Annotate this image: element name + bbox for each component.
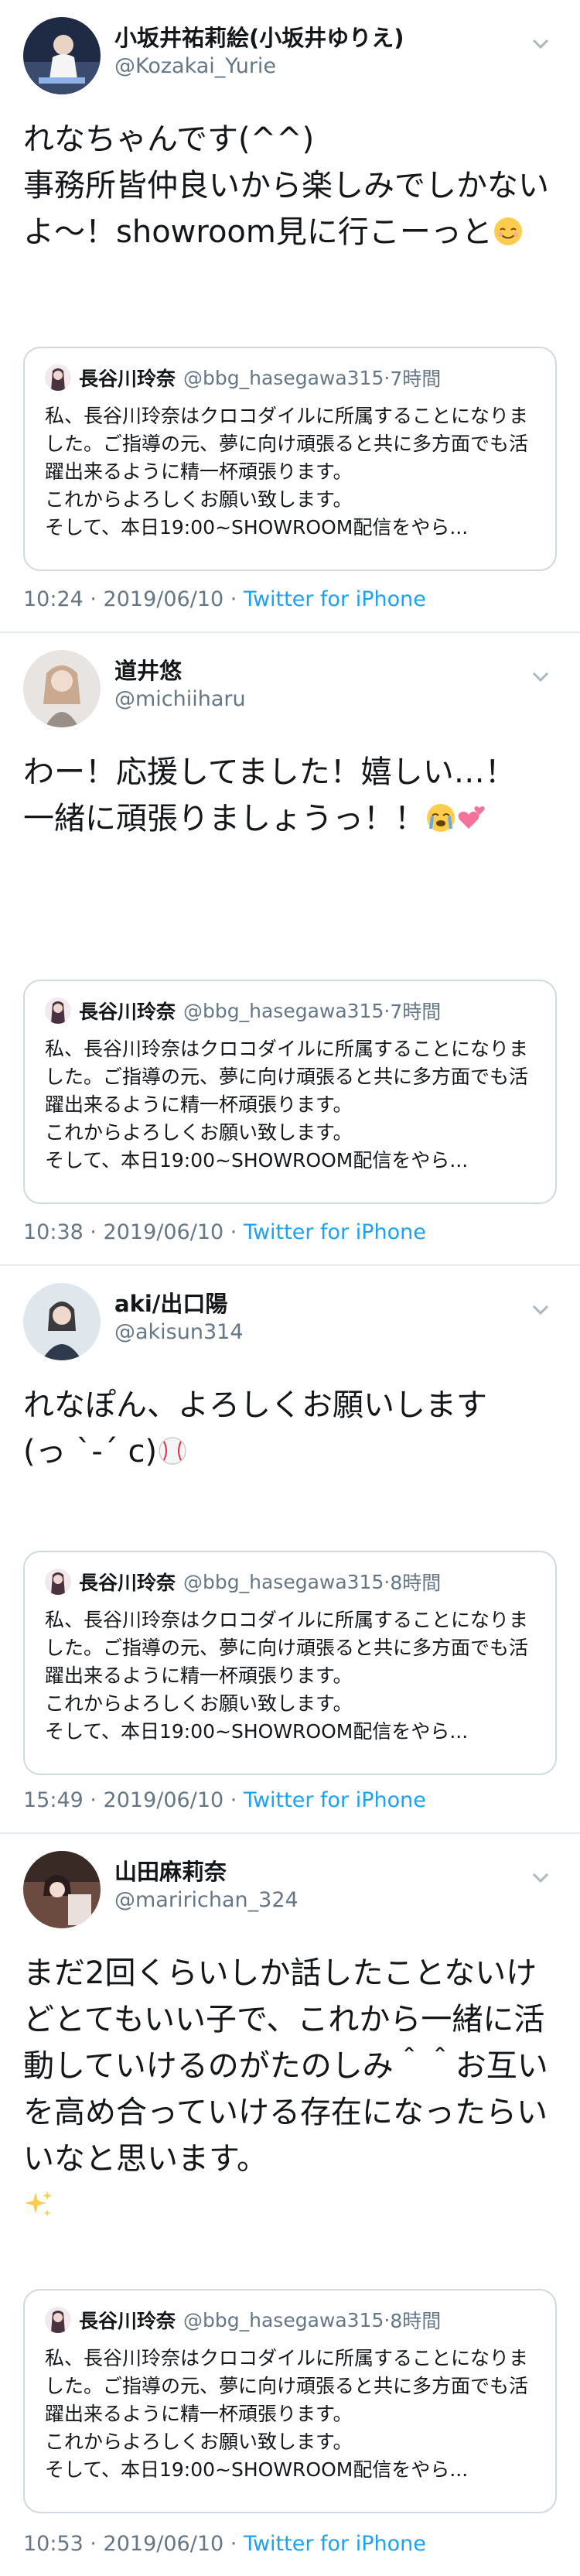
quoted-display-name: 長谷川玲奈 (79, 368, 176, 390)
timestamp: 10:53 · 2019/06/10 · (23, 2532, 244, 2556)
quoted-avatar (45, 2307, 71, 2333)
quoted-avatar (45, 997, 71, 1024)
source-link[interactable]: Twitter for iPhone (244, 2532, 426, 2556)
tweet-text: わー！応援してました！嬉しい…！ 一緒に頑張りましょうっ！！ (23, 749, 563, 847)
quoted-text: 私、長谷川玲奈はクロコダイルに所属することになりました。ご指導の元、夢に向け頑張… (45, 405, 529, 539)
display-name[interactable]: aki/出口陽 (114, 1289, 244, 1319)
chevron-down-icon[interactable] (529, 665, 552, 689)
chevron-down-icon[interactable] (529, 1866, 552, 1890)
quoted-text: 私、長谷川玲奈はクロコダイルに所属することになりました。ご指導の元、夢に向け頑張… (45, 1038, 529, 1172)
quoted-display-name: 長谷川玲奈 (79, 1001, 176, 1023)
two-hearts-emoji (456, 800, 487, 847)
sparkles-emoji (23, 2187, 54, 2233)
quoted-tweet[interactable]: 長谷川玲奈 @bbg_hasegawa315 · 8時間 私、長谷川玲奈はクロコ… (23, 1551, 557, 1775)
quoted-avatar (45, 1569, 71, 1595)
display-name[interactable]: 小坂井祐莉絵(小坂井ゆりえ) (114, 23, 404, 53)
quoted-display-name: 長谷川玲奈 (79, 1572, 176, 1594)
tweet-text: れなぽん、よろしくお願いします (っ ˋ-ˊ c) (23, 1382, 563, 1480)
crying-face-emoji (425, 800, 456, 847)
avatar[interactable] (23, 1851, 101, 1928)
tweet: 道井悠 @michiiharu わー！応援してました！嬉しい…！ 一緒に頑張りま… (0, 633, 580, 1266)
tweet-text-main: まだ2回くらいしか話したことないけどとてもいい子で、これから一緒に活動していける… (23, 1955, 548, 2177)
quoted-handle: @bbg_hasegawa315 (183, 366, 384, 389)
quoted-tweet[interactable]: 長谷川玲奈 @bbg_hasegawa315 · 8時間 私、長谷川玲奈はクロコ… (23, 2289, 557, 2513)
quoted-tweet[interactable]: 長谷川玲奈 @bbg_hasegawa315 · 7時間 私、長谷川玲奈はクロコ… (23, 980, 557, 1204)
avatar[interactable] (23, 650, 101, 727)
source-link[interactable]: Twitter for iPhone (244, 587, 426, 611)
tweet-text: まだ2回くらいしか話したことないけどとてもいい子で、これから一緒に活動していける… (23, 1950, 563, 2233)
tweet-footer: 10:38 · 2019/06/10 · Twitter for iPhone (23, 1220, 426, 1244)
display-name[interactable]: 道井悠 (114, 656, 246, 686)
source-link[interactable]: Twitter for iPhone (244, 1220, 426, 1244)
quoted-time: 7時間 (390, 1001, 442, 1023)
quoted-avatar (45, 364, 71, 391)
avatar[interactable] (23, 17, 101, 94)
handle[interactable]: @Kozakai_Yurie (114, 53, 404, 80)
quoted-text: 私、長谷川玲奈はクロコダイルに所属することになりました。ご指導の元、夢に向け頑張… (45, 1609, 529, 1743)
quoted-handle: @bbg_hasegawa315 (183, 1570, 384, 1593)
quoted-time: 8時間 (390, 1572, 442, 1594)
quoted-time: 8時間 (390, 2310, 442, 2332)
display-name[interactable]: 山田麻莉奈 (114, 1857, 299, 1887)
baseball-emoji (157, 1433, 188, 1480)
timestamp: 10:24 · 2019/06/10 · (23, 587, 244, 611)
quoted-text: 私、長谷川玲奈はクロコダイルに所属することになりました。ご指導の元、夢に向け頑張… (45, 2347, 529, 2481)
timestamp: 15:49 · 2019/06/10 · (23, 1788, 244, 1812)
tweet: aki/出口陽 @akisun314 れなぽん、よろしくお願いします (っ ˋ-… (0, 1266, 580, 1834)
tweet-text-main: れなちゃんです(^^) 事務所皆仲良いから楽しみでしかないよ〜！showroom… (23, 121, 549, 250)
tweet: 山田麻莉奈 @maririchan_324 まだ2回くらいしか話したことないけど… (0, 1834, 580, 2576)
chevron-down-icon[interactable] (529, 1298, 552, 1322)
handle[interactable]: @akisun314 (114, 1319, 244, 1346)
source-link[interactable]: Twitter for iPhone (244, 1788, 426, 1812)
smiling-face-emoji (493, 214, 524, 260)
tweet: 小坂井祐莉絵(小坂井ゆりえ) @Kozakai_Yurie れなちゃんです(^^… (0, 0, 580, 633)
quoted-time: 7時間 (390, 368, 442, 390)
avatar[interactable] (23, 1283, 101, 1360)
quoted-display-name: 長谷川玲奈 (79, 2310, 176, 2332)
chevron-down-icon[interactable] (529, 32, 552, 56)
timestamp: 10:38 · 2019/06/10 · (23, 1220, 244, 1244)
quoted-tweet[interactable]: 長谷川玲奈 @bbg_hasegawa315 · 7時間 私、長谷川玲奈はクロコ… (23, 347, 557, 571)
tweet-text: れなちゃんです(^^) 事務所皆仲良いから楽しみでしかないよ〜！showroom… (23, 116, 563, 260)
quoted-handle: @bbg_hasegawa315 (183, 999, 384, 1022)
handle[interactable]: @michiiharu (114, 686, 246, 713)
quoted-handle: @bbg_hasegawa315 (183, 2308, 384, 2331)
tweet-footer: 10:53 · 2019/06/10 · Twitter for iPhone (23, 2532, 426, 2556)
tweet-footer: 15:49 · 2019/06/10 · Twitter for iPhone (23, 1788, 426, 1812)
tweet-text-main: れなぽん、よろしくお願いします (っ ˋ-ˊ c) (23, 1387, 487, 1469)
handle[interactable]: @maririchan_324 (114, 1887, 299, 1914)
tweet-footer: 10:24 · 2019/06/10 · Twitter for iPhone (23, 587, 426, 611)
